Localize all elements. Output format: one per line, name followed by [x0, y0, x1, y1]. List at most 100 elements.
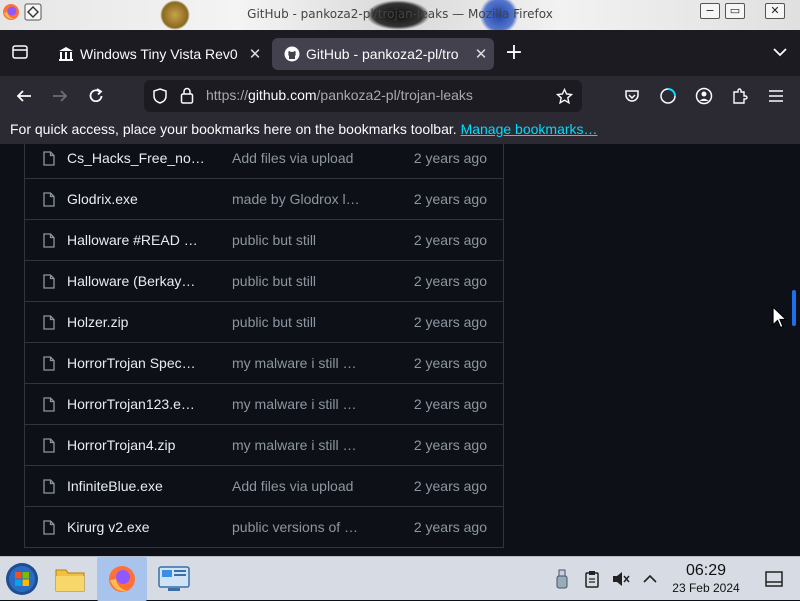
tray-clipboard-button[interactable] — [580, 557, 604, 601]
file-manager-taskbar-button[interactable] — [50, 557, 90, 601]
file-name-link[interactable]: Cs_Hacks_Free_no… — [67, 150, 205, 166]
show-desktop-icon — [765, 571, 783, 587]
file-name-link[interactable]: Halloware #READ … — [67, 232, 198, 248]
github-icon — [284, 46, 300, 62]
file-row[interactable]: HorrorTrojan Spec… my malware i still … 2 … — [25, 343, 503, 384]
file-list: Cs_Hacks_Free_no… Add files via upload 2 y… — [24, 144, 504, 548]
file-name-link[interactable]: Halloware (Berkay… — [67, 273, 195, 289]
chevron-down-icon — [773, 48, 787, 57]
hamburger-menu-icon — [769, 90, 783, 102]
url-host: github.com — [248, 87, 317, 103]
mouse-cursor-icon — [772, 306, 788, 329]
usb-drive-icon — [556, 569, 568, 589]
tray-usb-icon-button[interactable] — [550, 557, 574, 601]
control-panel-taskbar-button[interactable] — [152, 557, 196, 601]
close-window-button[interactable]: ✕ — [765, 3, 785, 19]
commit-message-link[interactable]: my malware i still … — [232, 355, 356, 371]
file-row[interactable]: Glodrix.exe made by Glodrox l… 2 years ago — [25, 179, 503, 220]
shield-icon[interactable] — [152, 88, 168, 104]
tray-volume-button[interactable] — [608, 557, 634, 601]
reload-icon — [89, 88, 103, 103]
scrollbar-thumb[interactable] — [792, 290, 796, 326]
file-row[interactable]: HorrorTrojan4.zip my malware i still … 2 y… — [25, 425, 503, 466]
tray-expand-button[interactable] — [638, 557, 662, 601]
url-path: /pankoza2-pl/trojan-leaks — [316, 87, 473, 103]
bookmark-star-icon[interactable] — [556, 88, 573, 105]
bookmarks-hint: For quick access, place your bookmarks h… — [10, 121, 457, 137]
clipboard-icon — [585, 571, 599, 588]
tab-windows-tiny-vista[interactable]: Windows Tiny Vista Rev0 ✕ — [46, 38, 268, 70]
manage-bookmarks-link[interactable]: Manage bookmarks… — [461, 121, 598, 137]
pocket-icon — [625, 90, 639, 102]
commit-date: 2 years ago — [413, 519, 487, 535]
firefox-icon — [109, 566, 135, 592]
pocket-button[interactable] — [618, 82, 646, 110]
file-row[interactable]: Kirurg v2.exe public versions of … 2 years… — [25, 507, 503, 548]
file-name-link[interactable]: Holzer.zip — [67, 314, 128, 330]
puzzle-icon — [733, 88, 748, 104]
file-name-link[interactable]: HorrorTrojan123.e… — [67, 396, 195, 412]
clock-time[interactable]: 06:29 — [668, 562, 744, 580]
progress-ring-icon — [660, 88, 676, 104]
url-text[interactable]: https://github.com/pankoza2-pl/trojan-le… — [206, 87, 473, 103]
page-scrollbar[interactable] — [790, 144, 800, 556]
windows-start-orb-icon — [6, 563, 38, 595]
commit-message-link[interactable]: my malware i still … — [232, 396, 356, 412]
commit-date: 2 years ago — [413, 273, 487, 289]
window-title-bar[interactable]: GitHub - pankoza2-pl/trojan-leaks — Mozi… — [0, 0, 800, 30]
reload-button[interactable] — [82, 82, 110, 110]
firefox-view-icon — [12, 45, 28, 59]
file-icon — [43, 438, 55, 453]
commit-message-link[interactable]: public but still — [232, 314, 316, 330]
commit-message-link[interactable]: Add files via upload — [232, 478, 353, 494]
file-name-link[interactable]: InfiniteBlue.exe — [67, 478, 163, 494]
clock-date[interactable]: 23 Feb 2024 — [666, 581, 746, 595]
lock-icon[interactable] — [180, 87, 194, 104]
commit-message-link[interactable]: made by Glodrox l… — [232, 191, 360, 207]
firefox-view-button[interactable] — [6, 38, 34, 66]
firefox-taskbar-button[interactable] — [97, 557, 147, 601]
file-row[interactable]: InfiniteBlue.exe Add files via upload 2 ye… — [25, 466, 503, 507]
maximize-button[interactable]: ▭ — [725, 3, 745, 19]
commit-date: 2 years ago — [413, 232, 487, 248]
url-bar[interactable]: https://github.com/pankoza2-pl/trojan-le… — [144, 80, 582, 112]
file-icon — [43, 520, 55, 535]
commit-message-link[interactable]: my malware i still … — [232, 437, 356, 453]
new-tab-button[interactable]: + — [500, 38, 528, 66]
start-button[interactable] — [0, 557, 44, 601]
commit-date: 2 years ago — [413, 355, 487, 371]
back-button[interactable] — [10, 82, 38, 110]
minimize-button[interactable]: − — [700, 3, 720, 19]
file-name-link[interactable]: HorrorTrojan Spec… — [67, 355, 196, 371]
file-icon — [43, 274, 55, 289]
list-all-tabs-button[interactable] — [766, 38, 794, 66]
commit-message-link[interactable]: public but still — [232, 232, 316, 248]
file-name-link[interactable]: Kirurg v2.exe — [67, 519, 149, 535]
close-tab-icon[interactable]: ✕ — [242, 45, 268, 63]
file-row[interactable]: Halloware (Berkay… public but still 2 year… — [25, 261, 503, 302]
close-tab-icon[interactable]: ✕ — [468, 45, 494, 63]
file-row[interactable]: HorrorTrojan123.e… my malware i still … 2 … — [25, 384, 503, 425]
app-menu-button[interactable] — [762, 82, 790, 110]
commit-message-link[interactable]: public but still — [232, 273, 316, 289]
extensions-button[interactable] — [726, 82, 754, 110]
computer-icon — [158, 566, 190, 591]
account-button[interactable] — [690, 82, 718, 110]
forward-button[interactable] — [46, 82, 74, 110]
window-title: GitHub - pankoza2-pl/trojan-leaks — Mozi… — [247, 7, 553, 21]
plus-icon: + — [504, 39, 524, 65]
commit-date: 2 years ago — [413, 314, 487, 330]
tab-github[interactable]: GitHub - pankoza2-pl/tro ✕ — [272, 38, 494, 70]
arrow-left-icon — [16, 90, 31, 102]
file-name-link[interactable]: HorrorTrojan4.zip — [67, 437, 175, 453]
file-row[interactable]: Halloware #READ … public but still 2 years… — [25, 220, 503, 261]
show-desktop-button[interactable] — [760, 557, 788, 601]
commit-message-link[interactable]: public versions of … — [232, 519, 358, 535]
file-row[interactable]: Holzer.zip public but still 2 years ago — [25, 302, 503, 343]
file-name-link[interactable]: Glodrix.exe — [67, 191, 138, 207]
downloads-progress-button[interactable] — [654, 82, 682, 110]
url-scheme: https:// — [206, 87, 249, 103]
file-row[interactable]: Cs_Hacks_Free_no… Add files via upload 2 y… — [25, 144, 503, 179]
file-icon — [43, 233, 55, 248]
commit-message-link[interactable]: Add files via upload — [232, 150, 353, 166]
